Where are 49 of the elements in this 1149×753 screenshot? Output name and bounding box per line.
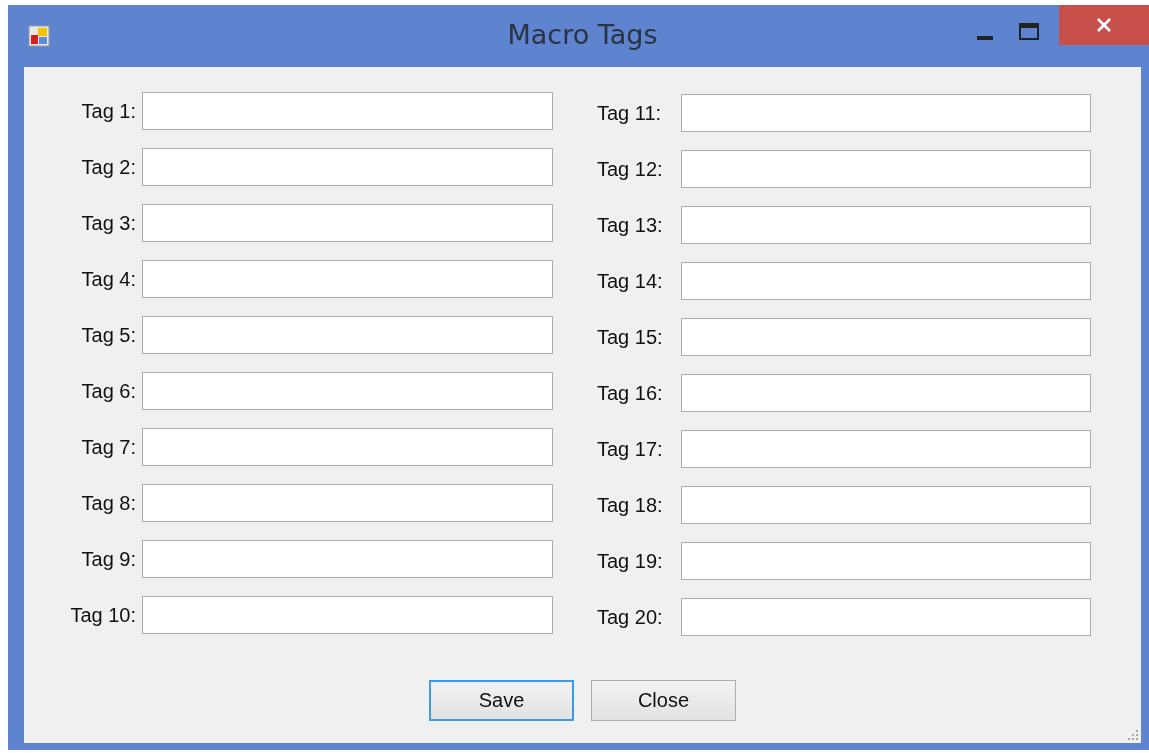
tag-input-field[interactable] <box>142 596 553 634</box>
close-icon <box>1097 18 1111 32</box>
tag-input-field[interactable] <box>681 262 1091 300</box>
tag-input-field[interactable] <box>681 94 1091 132</box>
tag-input-field[interactable] <box>142 372 553 410</box>
tag-label: Tag 6: <box>80 379 136 403</box>
tag-label: Tag 18: <box>597 493 664 517</box>
tag-label: Tag 10: <box>69 603 136 627</box>
tag-label: Tag 20: <box>597 605 664 629</box>
tag-input-field[interactable] <box>142 204 553 242</box>
tag-label: Tag 5: <box>80 323 136 347</box>
tag-label: Tag 9: <box>80 547 136 571</box>
tag-input-field[interactable] <box>681 374 1091 412</box>
tag-input-field[interactable] <box>142 92 553 130</box>
tag-label: Tag 2: <box>80 155 136 179</box>
tag-input-field[interactable] <box>142 316 553 354</box>
tag-input-field[interactable] <box>681 150 1091 188</box>
tag-label: Tag 13: <box>597 213 664 237</box>
tag-input-field[interactable] <box>681 542 1091 580</box>
tag-input-field[interactable] <box>681 318 1091 356</box>
tag-label: Tag 19: <box>597 549 664 573</box>
tag-input-field[interactable] <box>681 430 1091 468</box>
tag-label: Tag 16: <box>597 381 664 405</box>
close-dialog-button[interactable]: Close <box>591 680 736 721</box>
tag-input-field[interactable] <box>681 598 1091 636</box>
app-icon <box>28 25 50 47</box>
tag-label: Tag 4: <box>80 267 136 291</box>
tag-label: Tag 15: <box>597 325 664 349</box>
tag-label: Tag 11: <box>597 101 663 125</box>
tag-label: Tag 17: <box>597 437 664 461</box>
tag-label: Tag 1: <box>80 99 136 123</box>
tag-input-field[interactable] <box>681 206 1091 244</box>
tag-input-field[interactable] <box>681 486 1091 524</box>
tag-input-field[interactable] <box>142 484 553 522</box>
resize-grip-icon[interactable] <box>1125 727 1139 741</box>
tag-label: Tag 12: <box>597 157 664 181</box>
tag-label: Tag 3: <box>80 211 136 235</box>
save-button[interactable]: Save <box>429 680 574 721</box>
tag-input-field[interactable] <box>142 260 553 298</box>
maximize-icon[interactable] <box>1019 23 1039 40</box>
tag-input-field[interactable] <box>142 148 553 186</box>
tag-input-field[interactable] <box>142 540 553 578</box>
window-title: Macro Tags <box>507 19 658 50</box>
tag-label: Tag 14: <box>597 269 664 293</box>
tag-label: Tag 8: <box>80 491 136 515</box>
minimize-icon[interactable] <box>977 35 993 41</box>
tag-label: Tag 7: <box>80 435 136 459</box>
close-button[interactable] <box>1059 5 1149 45</box>
tag-input-field[interactable] <box>142 428 553 466</box>
